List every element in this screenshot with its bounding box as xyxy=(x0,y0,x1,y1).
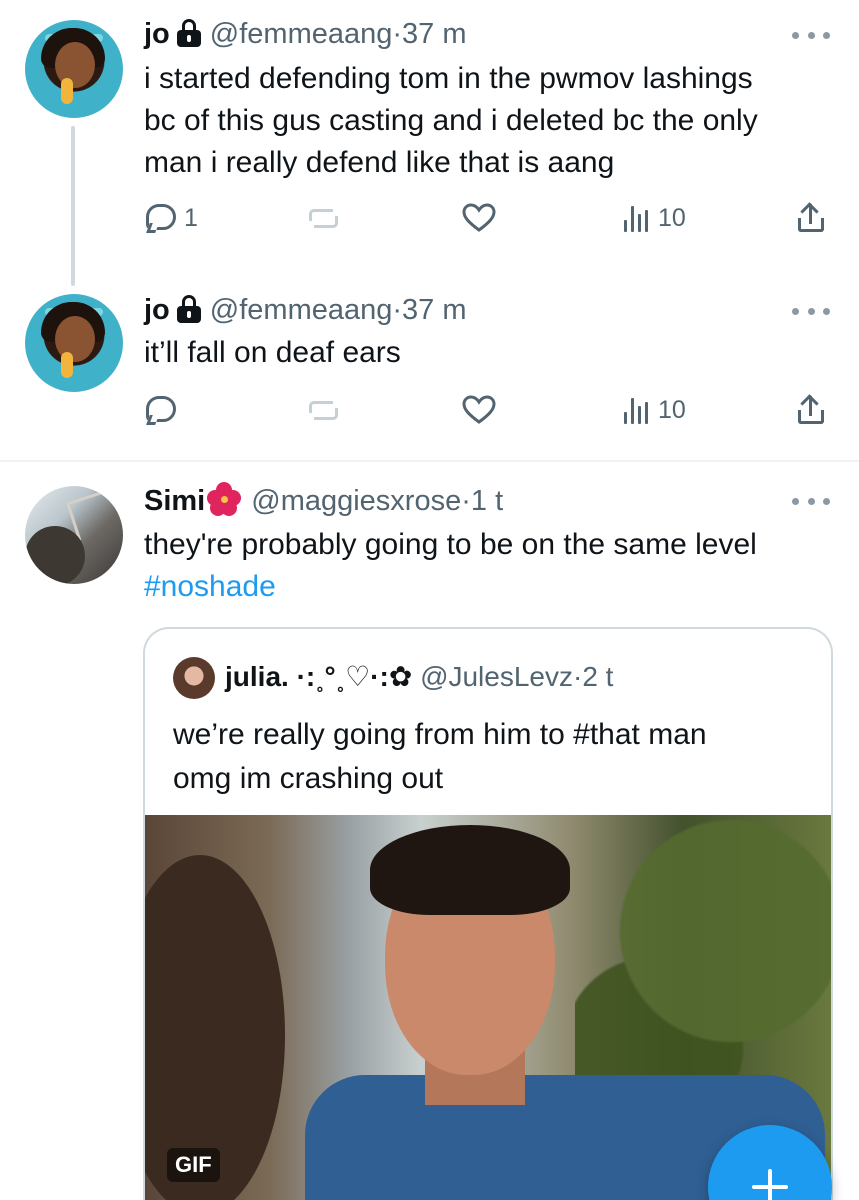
tweet-text-line: i started defending tom in the pwmov las… xyxy=(144,62,753,95)
timestamp[interactable]: 1 t xyxy=(471,485,503,517)
quote-text-line: omg im crashing out xyxy=(173,762,444,795)
quoted-tweet[interactable]: julia. ·:˳°˳♡·:✿ @JulesLevz·2 t we’re re… xyxy=(143,627,833,1200)
user-handle[interactable]: @femmeaang xyxy=(210,294,393,326)
avatar[interactable] xyxy=(25,294,123,392)
timestamp[interactable]: 37 m xyxy=(402,294,466,326)
reply-count: 1 xyxy=(184,203,198,232)
hibiscus-icon xyxy=(207,482,242,516)
display-name[interactable]: Simi xyxy=(144,485,205,517)
share-icon xyxy=(796,394,826,426)
quote-text: we’re really going from him to #that man… xyxy=(173,713,707,801)
avatar[interactable] xyxy=(25,486,123,584)
tweet-text: they're probably going to be on the same… xyxy=(144,524,757,608)
reply-icon xyxy=(146,204,176,233)
tweet-header: Simi @maggiesxrose·1 t xyxy=(144,482,503,519)
action-bar: 10 xyxy=(0,390,859,430)
retweet-icon xyxy=(306,204,340,232)
action-bar: 1 10 xyxy=(0,198,859,238)
display-name[interactable]: jo xyxy=(144,18,170,50)
tweet-text: it’ll fall on deaf ears xyxy=(144,332,401,374)
quote-text-line: we’re really going from him to #that man xyxy=(173,718,707,751)
separator: · xyxy=(392,294,403,326)
tweet-header: jo @femmeaang·37 m xyxy=(144,16,467,52)
timestamp[interactable]: 37 m xyxy=(402,18,466,50)
reply-button[interactable] xyxy=(146,390,176,430)
hashtag-link[interactable]: #noshade xyxy=(144,566,757,608)
more-icon[interactable] xyxy=(792,30,830,40)
separator: · xyxy=(573,661,583,692)
avatar[interactable] xyxy=(25,20,123,118)
plus-icon xyxy=(752,1169,788,1200)
user-handle[interactable]: @femmeaang xyxy=(210,18,393,50)
views-button[interactable]: 10 xyxy=(624,198,686,238)
share-icon xyxy=(796,202,826,234)
views-icon xyxy=(624,396,650,424)
separator: · xyxy=(461,485,471,517)
share-button[interactable] xyxy=(796,198,826,238)
reply-icon xyxy=(146,396,176,425)
tweet[interactable]: jo @femmeaang·37 m it’ll fall on deaf ear… xyxy=(0,280,859,460)
views-button[interactable]: 10 xyxy=(624,390,686,430)
separator: · xyxy=(392,18,403,50)
retweet-button[interactable] xyxy=(306,198,340,238)
lock-icon xyxy=(176,295,202,323)
quote-display-name: julia. ·:˳°˳♡·:✿ xyxy=(225,661,413,692)
quote-avatar[interactable] xyxy=(173,657,215,699)
tweet-text-line: they're probably going to be on the same… xyxy=(144,528,757,561)
timeline-feed: jo @femmeaang·37 m i started defending to… xyxy=(0,0,859,1200)
tweet[interactable]: jo @femmeaang·37 m i started defending to… xyxy=(0,0,859,270)
views-count: 10 xyxy=(658,395,686,424)
user-handle[interactable]: @maggiesxrose xyxy=(251,485,461,517)
quote-header: julia. ·:˳°˳♡·:✿ @JulesLevz·2 t xyxy=(225,659,613,695)
retweet-icon xyxy=(306,396,340,424)
like-button[interactable] xyxy=(462,198,496,238)
display-name[interactable]: jo xyxy=(144,294,170,326)
tweet-header: jo @femmeaang·37 m xyxy=(144,292,467,328)
heart-icon xyxy=(462,395,496,424)
views-count: 10 xyxy=(658,203,686,232)
lock-icon xyxy=(176,19,202,47)
views-icon xyxy=(624,204,650,232)
more-icon[interactable] xyxy=(792,496,830,506)
gif-badge: GIF xyxy=(167,1148,220,1182)
quote-handle: @JulesLevz xyxy=(420,661,573,692)
share-button[interactable] xyxy=(796,390,826,430)
reply-button[interactable]: 1 xyxy=(146,198,198,238)
more-icon[interactable] xyxy=(792,306,830,316)
quote-timestamp: 2 t xyxy=(582,661,614,692)
like-button[interactable] xyxy=(462,390,496,430)
heart-icon xyxy=(462,203,496,232)
tweet-text-line: man i really defend like that is aang xyxy=(144,146,615,179)
tweet-text-line: it’ll fall on deaf ears xyxy=(144,336,401,369)
retweet-button[interactable] xyxy=(306,390,340,430)
tweet-text: i started defending tom in the pwmov las… xyxy=(144,58,758,184)
tweet-text-line: bc of this gus casting and i deleted bc … xyxy=(144,104,758,137)
